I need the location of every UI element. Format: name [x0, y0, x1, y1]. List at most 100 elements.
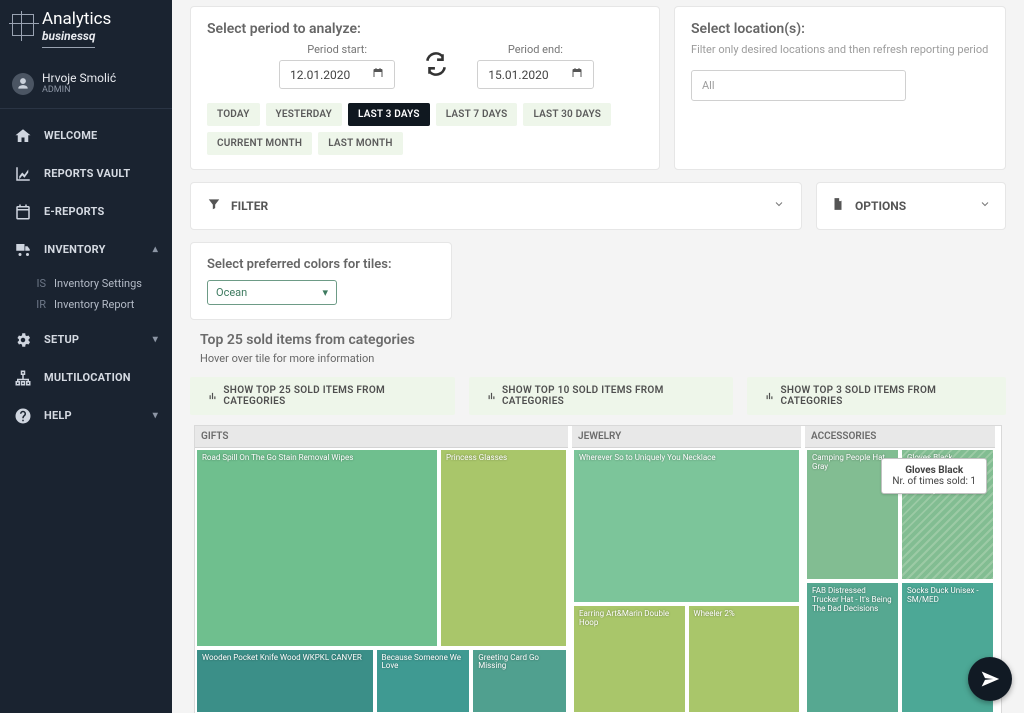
- show-top10-button[interactable]: SHOW TOP 10 SOLD ITEMS FROM CATEGORIES: [469, 377, 734, 415]
- show-top3-label: SHOW TOP 3 SOLD ITEMS FROM CATEGORIES: [781, 385, 988, 407]
- show-top10-label: SHOW TOP 10 SOLD ITEMS FROM CATEGORIES: [502, 385, 715, 407]
- chip-current-month[interactable]: CURRENT MONTH: [207, 132, 312, 155]
- filter-card[interactable]: FILTER: [190, 182, 802, 230]
- period-end-input[interactable]: 15.01.2020: [477, 60, 593, 89]
- brand-block: Analytics businessq: [0, 0, 172, 54]
- colors-title: Select preferred colors for tiles:: [207, 257, 435, 272]
- treemap: GIFTS Road Spill On The Go Stain Removal…: [194, 425, 1002, 713]
- filter-title: FILTER: [231, 199, 268, 213]
- tile-because[interactable]: Because Someone We Love: [375, 648, 472, 713]
- period-title: Select period to analyze:: [207, 21, 643, 37]
- chip-last7[interactable]: LAST 7 DAYS: [436, 103, 518, 126]
- brand-subtitle: businessq: [42, 29, 95, 48]
- filter-icon: [207, 197, 221, 215]
- nav-welcome-label: WELCOME: [44, 129, 97, 142]
- chevron-up-icon: ▴: [153, 244, 158, 255]
- tile-wherever[interactable]: Wherever So to Uniquely You Necklace: [572, 448, 801, 604]
- nav-sub-code: IS: [32, 277, 46, 290]
- calendar-icon: [14, 203, 32, 221]
- colors-card: Select preferred colors for tiles: Ocean…: [190, 242, 452, 320]
- period-start-value: 12.01.2020: [290, 68, 350, 82]
- options-card[interactable]: OPTIONS: [816, 182, 1006, 230]
- period-start-label: Period start:: [307, 43, 367, 56]
- chip-last-month[interactable]: LAST MONTH: [318, 132, 402, 155]
- nav-reports-vault-label: REPORTS VAULT: [44, 167, 130, 180]
- show-top25-button[interactable]: SHOW TOP 25 SOLD ITEMS FROM CATEGORIES: [190, 377, 455, 415]
- show-top3-button[interactable]: SHOW TOP 3 SOLD ITEMS FROM CATEGORIES: [747, 377, 1006, 415]
- treemap-col-jewelry: JEWELRY Wherever So to Uniquely You Neck…: [572, 426, 805, 713]
- chip-yesterday[interactable]: YESTERDAY: [266, 103, 342, 126]
- brand-icon: [12, 14, 34, 36]
- nav-sub-label: Inventory Report: [54, 298, 134, 311]
- tile-wooden-knife[interactable]: Wooden Pocket Knife Wood WKPKL CANVER: [195, 648, 375, 713]
- tile-wheeler[interactable]: Wheeler 2%: [687, 604, 802, 713]
- nav-multilocation-label: MULTILOCATION: [44, 371, 131, 384]
- paper-plane-icon: [980, 669, 1000, 689]
- tooltip-title: Gloves Black: [892, 465, 976, 476]
- sitemap-icon: [14, 369, 32, 387]
- nav-welcome[interactable]: WELCOME: [0, 117, 172, 155]
- locations-hint: Filter only desired locations and then r…: [691, 43, 989, 56]
- period-end-value: 15.01.2020: [488, 68, 548, 82]
- period-end-label: Period end:: [508, 43, 563, 56]
- avatar: [12, 73, 34, 95]
- chip-last30[interactable]: LAST 30 DAYS: [523, 103, 611, 126]
- chevron-down-icon: [979, 198, 991, 214]
- colors-select[interactable]: Ocean ▾: [207, 280, 337, 305]
- period-chips: TODAY YESTERDAY LAST 3 DAYS LAST 7 DAYS …: [207, 103, 643, 155]
- calendar-icon: [571, 67, 583, 82]
- nav-help[interactable]: HELP ▾: [0, 397, 172, 435]
- period-start-input[interactable]: 12.01.2020: [279, 60, 395, 89]
- tile-princess-glasses[interactable]: Princess Glasses: [439, 448, 568, 648]
- gears-icon: [14, 331, 32, 349]
- section-title: Top 25 sold items from categories: [200, 332, 1006, 348]
- treemap-col-gifts: GIFTS Road Spill On The Go Stain Removal…: [195, 426, 572, 713]
- treemap-header-jewelry: JEWELRY: [572, 426, 801, 448]
- brand-title: Analytics: [42, 10, 111, 29]
- locations-card: Select location(s): Filter only desired …: [674, 6, 1006, 170]
- user-role: ADMIN: [42, 85, 116, 95]
- nav-inventory-settings[interactable]: IS Inventory Settings: [32, 273, 172, 294]
- nav-help-label: HELP: [44, 409, 72, 422]
- nav-reports-vault[interactable]: REPORTS VAULT: [0, 155, 172, 193]
- nav-multilocation[interactable]: MULTILOCATION: [0, 359, 172, 397]
- sidebar: Analytics businessq Hrvoje Smolić ADMIN …: [0, 0, 172, 713]
- nav-sub-label: Inventory Settings: [54, 277, 142, 290]
- tile-greeting-card[interactable]: Greeting Card Go Missing: [471, 648, 568, 713]
- nav-e-reports-label: E-REPORTS: [44, 205, 104, 218]
- nav-inventory-report[interactable]: IR Inventory Report: [32, 294, 172, 315]
- tile-earring[interactable]: Earring Art&Marin Double Hoop: [572, 604, 687, 713]
- treemap-col-accessories: ACCESSORIES Camping People Hat Gray Glov…: [805, 426, 995, 713]
- chart-line-icon: [14, 165, 32, 183]
- nav-inventory-sub: IS Inventory Settings IR Inventory Repor…: [0, 269, 172, 321]
- locations-title: Select location(s):: [691, 21, 989, 37]
- treemap-tooltip: Gloves Black Nr. of times sold: 1: [881, 458, 987, 494]
- nav-e-reports[interactable]: E-REPORTS: [0, 193, 172, 231]
- help-icon: [14, 407, 32, 425]
- period-card: Select period to analyze: Period start: …: [190, 6, 660, 170]
- file-icon: [831, 197, 845, 215]
- tooltip-body: Nr. of times sold: 1: [892, 476, 976, 487]
- chevron-down-icon: [773, 198, 785, 214]
- show-buttons: SHOW TOP 25 SOLD ITEMS FROM CATEGORIES S…: [190, 377, 1006, 415]
- colors-selected: Ocean: [216, 286, 247, 299]
- send-fab[interactable]: [968, 657, 1012, 701]
- chevron-down-icon: ▾: [153, 334, 158, 345]
- chevron-down-icon: ▾: [322, 286, 328, 299]
- user-block[interactable]: Hrvoje Smolić ADMIN: [0, 54, 172, 109]
- nav-setup[interactable]: SETUP ▾: [0, 321, 172, 359]
- main-nav: WELCOME REPORTS VAULT E-REPORTS INVENTOR…: [0, 109, 172, 435]
- treemap-header-gifts: GIFTS: [195, 426, 568, 448]
- chevron-down-icon: ▾: [153, 410, 158, 421]
- locations-input[interactable]: All: [691, 70, 906, 101]
- chip-last3[interactable]: LAST 3 DAYS: [348, 103, 430, 126]
- tile-fab-distressed[interactable]: FAB Distressed Trucker Hat - It's Being …: [805, 581, 900, 713]
- calendar-icon: [372, 67, 384, 82]
- main-content: Select period to analyze: Period start: …: [172, 0, 1024, 713]
- swap-icon[interactable]: [423, 51, 449, 81]
- tile-road-spill[interactable]: Road Spill On The Go Stain Removal Wipes: [195, 448, 439, 648]
- nav-inventory[interactable]: INVENTORY ▴: [0, 231, 172, 269]
- user-name: Hrvoje Smolić: [42, 72, 116, 86]
- chip-today[interactable]: TODAY: [207, 103, 260, 126]
- truck-icon: [14, 241, 32, 259]
